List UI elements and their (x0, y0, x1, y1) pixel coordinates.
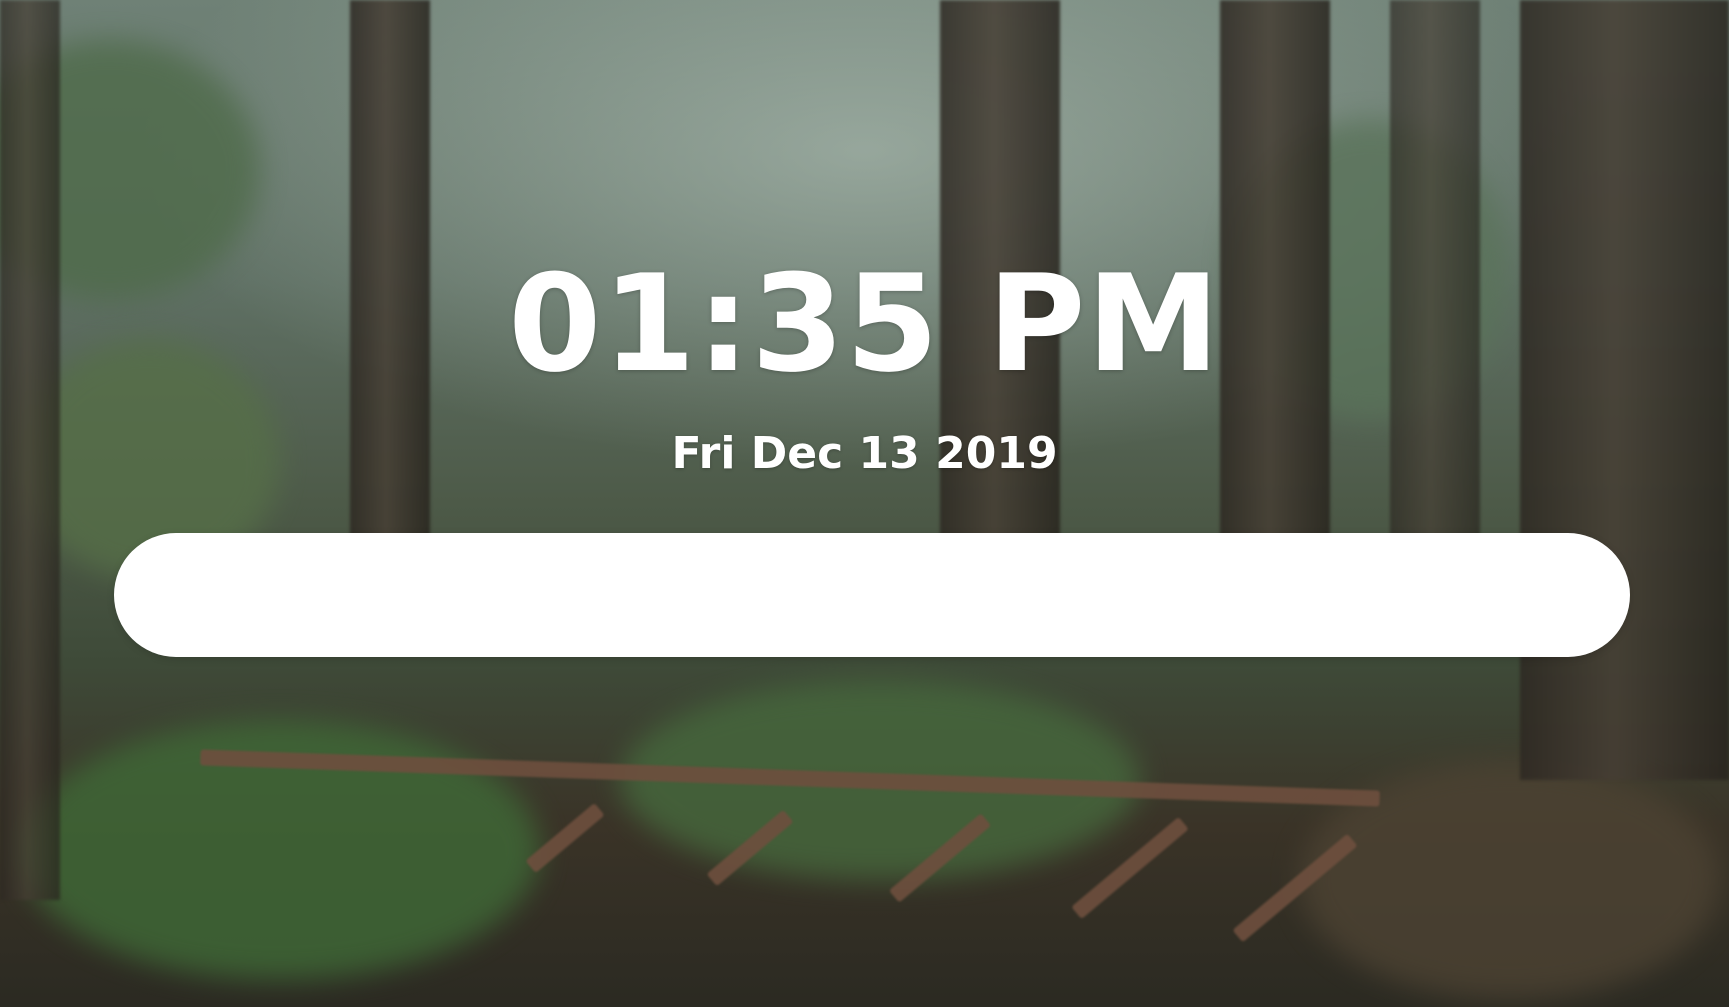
clock-time: 01:35 PM (508, 246, 1221, 402)
clock-date: Fri Dec 13 2019 (671, 428, 1058, 479)
search-input[interactable] (114, 533, 1630, 657)
background-image (0, 0, 1729, 1007)
search-bar[interactable] (114, 533, 1630, 657)
